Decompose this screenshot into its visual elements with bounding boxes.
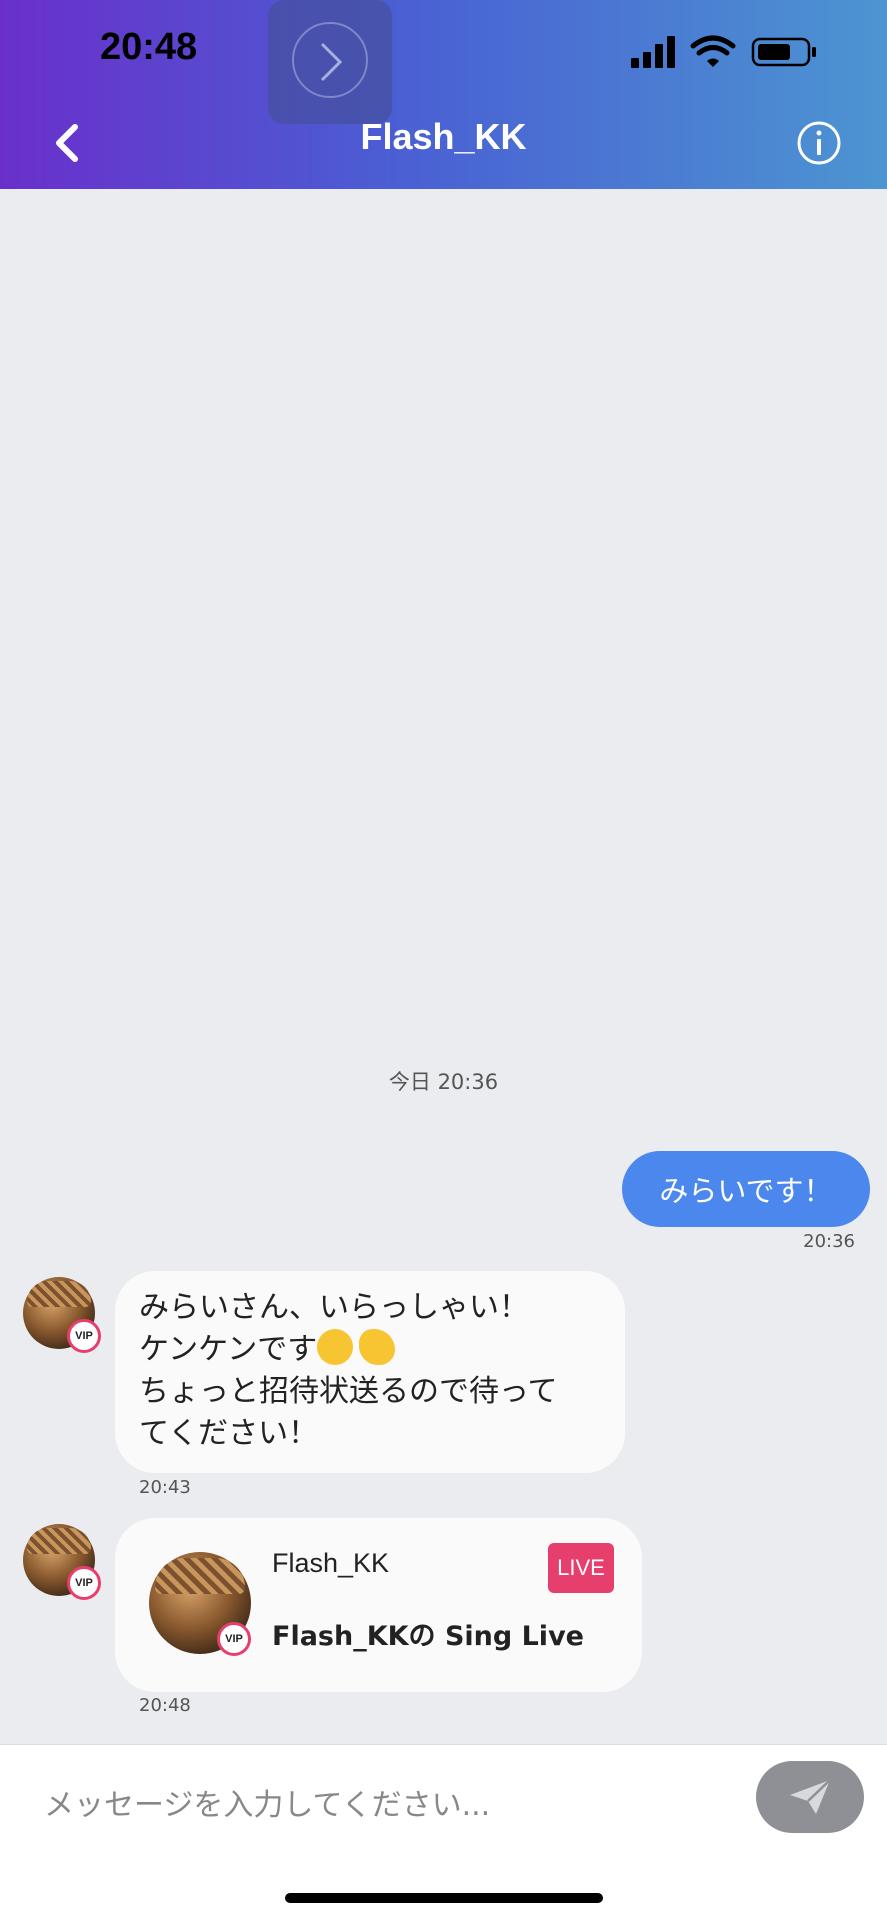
send-button[interactable] <box>756 1761 864 1833</box>
battery-icon <box>751 37 816 67</box>
live-host-name: Flash_KK <box>272 1548 390 1578</box>
status-icons <box>631 35 816 68</box>
home-indicator <box>285 1893 603 1903</box>
incoming-message-time: 20:43 <box>139 1477 191 1498</box>
outgoing-message-bubble[interactable]: みらいです！ <box>622 1151 870 1227</box>
vip-badge: VIP <box>67 1319 101 1353</box>
paper-plane-icon <box>790 1779 831 1814</box>
outgoing-message-time: 20:36 <box>803 1231 855 1252</box>
info-icon <box>797 121 841 165</box>
live-card-time: 20:48 <box>139 1695 191 1716</box>
incoming-message-bubble[interactable]: みらいさん、いらっしゃい！ ケンケンです ちょっと招待状送るので待って てくださ… <box>115 1271 625 1473</box>
avatar-hat <box>27 1528 91 1554</box>
live-badge: LIVE <box>548 1543 614 1593</box>
message-input[interactable] <box>44 1783 724 1827</box>
avatar-hat <box>155 1558 245 1594</box>
message-composer <box>0 1744 887 1920</box>
message-line-emoji: ケンケンです <box>139 1329 601 1371</box>
message-line: ちょっと招待状送るので待って <box>139 1374 558 1409</box>
sender-avatar[interactable]: VIP <box>23 1277 101 1353</box>
avatar-hat <box>27 1281 91 1307</box>
page-title: Flash_KK <box>360 116 527 157</box>
status-time: 20:48 <box>100 26 198 68</box>
grinning-face-icon <box>317 1329 354 1365</box>
live-host-avatar: VIP <box>149 1552 251 1656</box>
chevron-right-icon <box>320 42 343 82</box>
vip-badge: VIP <box>217 1622 251 1656</box>
live-invite-card[interactable]: VIP Flash_KK LIVE Flash_KKの Sing Live <box>115 1518 642 1692</box>
date-separator: 今日 20:36 <box>388 1070 499 1094</box>
wifi-icon <box>690 35 736 67</box>
live-title: Flash_KKの Sing Live <box>272 1621 584 1652</box>
outgoing-message-text: みらいです！ <box>659 1174 833 1208</box>
waving-hand-icon <box>359 1329 396 1365</box>
chat-header: 20:48 Flash_KK <box>0 0 887 189</box>
message-line: てください！ <box>139 1416 319 1451</box>
signal-icon <box>631 36 675 68</box>
vip-badge: VIP <box>67 1566 101 1600</box>
sender-avatar[interactable]: VIP <box>23 1524 101 1600</box>
forward-overlay-button[interactable] <box>268 0 392 124</box>
info-button[interactable] <box>796 120 842 166</box>
message-line: みらいさん、いらっしゃい！ <box>139 1290 529 1325</box>
